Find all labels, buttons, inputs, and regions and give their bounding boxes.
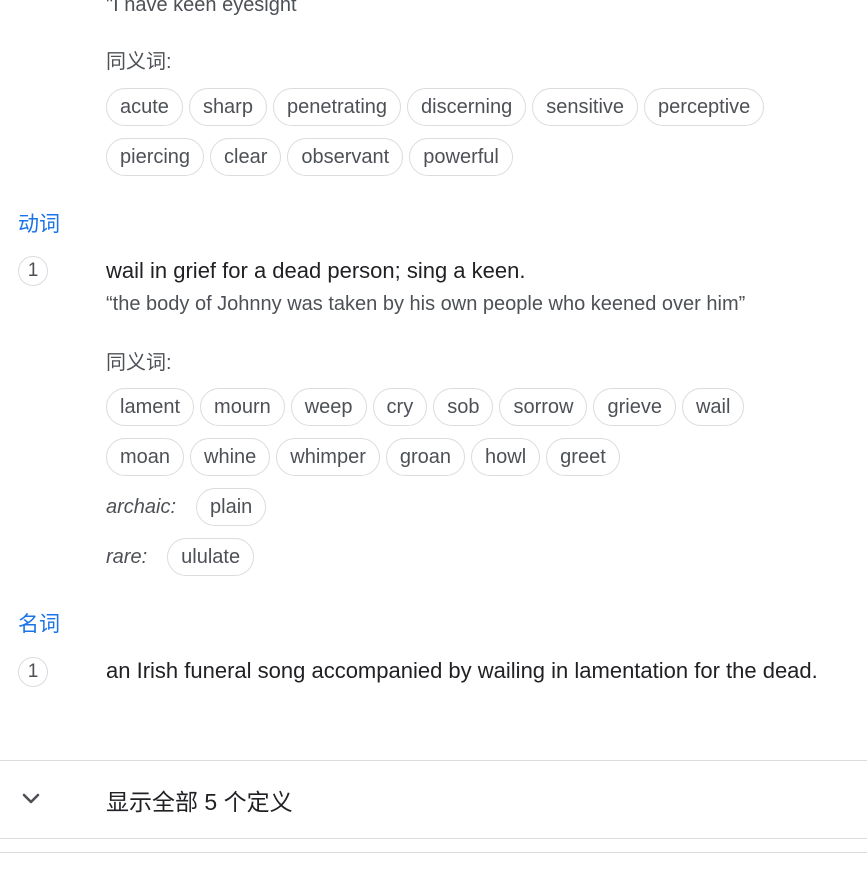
show-all-definitions-button[interactable]: 显示全部 5 个定义 [0,761,867,838]
synonym-chip[interactable]: greet [546,438,620,476]
sense-number: 1 [18,256,48,286]
register-label-rare: rare: [106,545,148,568]
synonym-chip[interactable]: observant [287,138,404,176]
synonyms-label: 同义词: [106,352,172,374]
synonym-chip[interactable]: acute [106,88,183,126]
synonym-chip-row: moan whine whimper groan howl greet [106,438,620,476]
synonym-chip[interactable]: ululate [167,538,255,576]
definition-text: an Irish funeral song accompanied by wai… [106,658,818,683]
synonym-chip-row: lament mourn weep cry sob sorrow grieve … [106,388,745,426]
pos-label-noun: 名词 [18,613,60,636]
synonym-chip[interactable]: clear [210,138,282,176]
synonym-chip[interactable]: mourn [200,388,285,426]
rare-synonym-row: rare: ululate [106,538,255,576]
archaic-synonym-row: archaic: plain [106,488,267,526]
example-sentence: “the body of Johnny was taken by his own… [106,293,746,315]
definition-text: wail in grief for a dead person; sing a … [106,258,526,283]
synonym-chip[interactable]: howl [471,438,541,476]
synonym-chip[interactable]: powerful [409,138,513,176]
synonym-chip[interactable]: piercing [106,138,205,176]
synonym-chip[interactable]: groan [385,438,466,476]
synonym-chip[interactable]: perceptive [644,88,765,126]
synonym-chip[interactable]: penetrating [272,88,402,126]
synonym-chip[interactable]: lament [106,388,195,426]
register-label-archaic: archaic: [106,495,177,518]
synonym-chip[interactable]: moan [106,438,185,476]
synonym-chip[interactable]: whine [190,438,271,476]
synonym-chip[interactable]: plain [196,488,267,526]
synonym-chip[interactable]: weep [290,388,367,426]
pos-label-verb: 动词 [18,213,60,236]
synonym-chip[interactable]: sob [433,388,494,426]
synonym-chip[interactable]: grieve [593,388,676,426]
synonym-chip[interactable]: whimper [276,438,380,476]
show-all-definitions-label: 显示全部 5 个定义 [106,789,293,815]
example-sentence: "I have keen eyesight [106,0,297,16]
synonym-chip[interactable]: discerning [407,88,527,126]
dictionary-panel: "I have keen eyesight 同义词: acute sharp p… [0,0,867,870]
synonym-chip[interactable]: sorrow [499,388,588,426]
sense-number: 1 [18,657,48,687]
synonyms-label: 同义词: [106,51,172,73]
synonym-chip[interactable]: sharp [188,88,267,126]
divider [0,838,867,839]
synonym-chip[interactable]: cry [372,388,428,426]
synonym-chip-row: piercing clear observant powerful [106,138,513,176]
synonym-chip[interactable]: sensitive [532,88,639,126]
chevron-down-icon [22,793,40,804]
synonym-chip-row: acute sharp penetrating discerning sensi… [106,88,765,126]
synonym-chip[interactable]: wail [681,388,745,426]
divider [0,852,867,853]
